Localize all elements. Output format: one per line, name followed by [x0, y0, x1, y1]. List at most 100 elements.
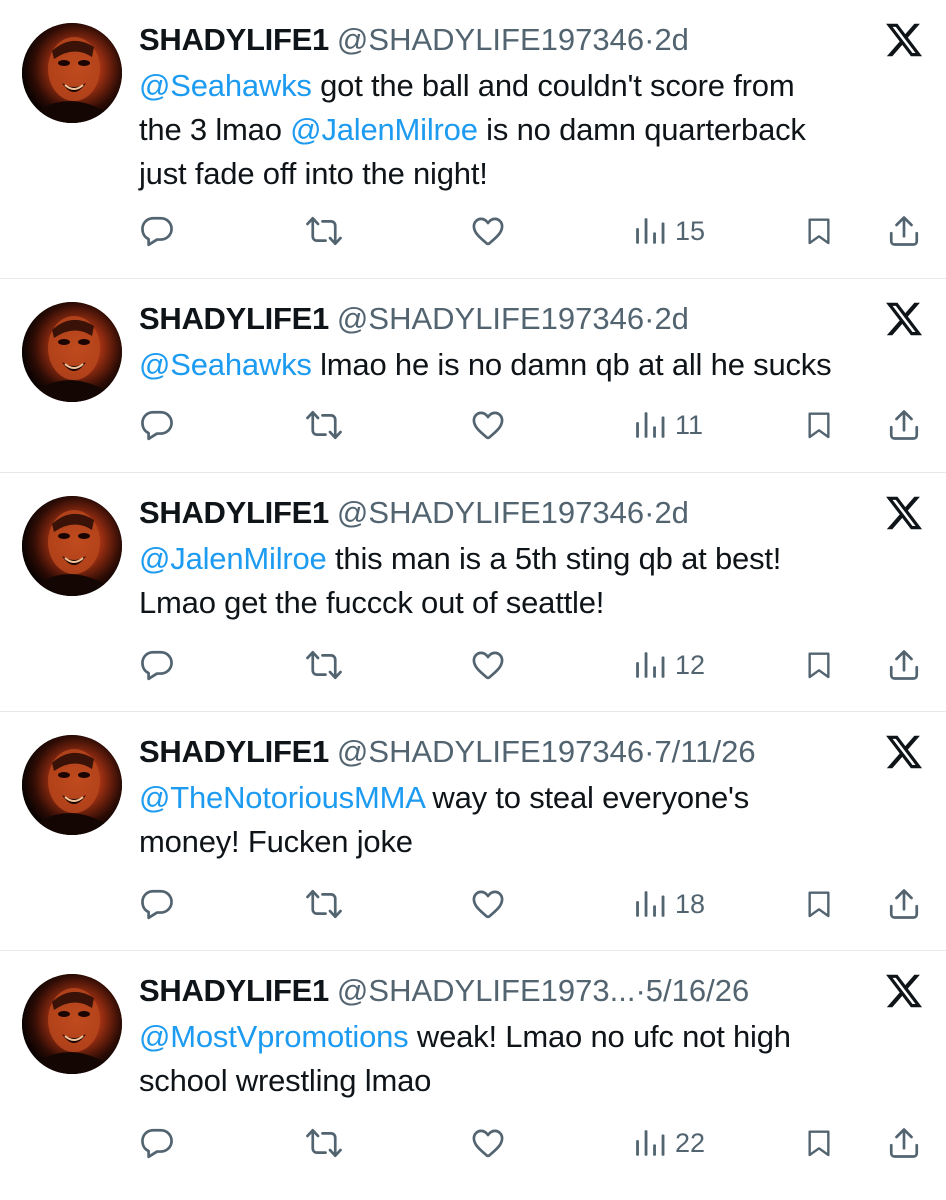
bookmark-icon	[803, 407, 835, 443]
heart-icon	[469, 886, 507, 922]
views-count: 15	[675, 215, 706, 246]
tweet-header: SHADYLIFE1 @SHADYLIFE197346·2d	[139, 495, 866, 531]
retweet-button[interactable]	[304, 1123, 344, 1163]
like-button[interactable]	[469, 405, 507, 445]
reply-button[interactable]	[139, 211, 175, 251]
user-handle[interactable]: @SHADYLIFE1973...	[337, 973, 636, 1008]
retweet-button[interactable]	[304, 884, 344, 924]
user-handle[interactable]: @SHADYLIFE197346	[337, 495, 644, 530]
like-button[interactable]	[469, 211, 507, 251]
tweet-text-line: the 3 lmao @JalenMilroe is no damn quart…	[139, 108, 906, 152]
tweet-text-line: @MostVpromotions weak! Lmao no ufc not h…	[139, 1015, 906, 1059]
timestamp[interactable]: 7/11/26	[654, 734, 755, 769]
retweet-button[interactable]	[304, 645, 344, 685]
views-count: 22	[675, 1127, 706, 1158]
tweet-text-line: school wrestling lmao	[139, 1059, 906, 1103]
views-button[interactable]: 18	[633, 884, 705, 924]
timestamp[interactable]: 5/16/26	[646, 973, 749, 1008]
tweet-text-line: money! Fucken joke	[139, 820, 906, 864]
timestamp[interactable]: 2d	[654, 301, 688, 336]
avatar[interactable]	[22, 735, 122, 835]
views-button[interactable]: 15	[633, 211, 705, 251]
display-name[interactable]: SHADYLIFE1	[139, 22, 329, 57]
bookmark-button[interactable]	[803, 1123, 835, 1163]
text-segment: this man is a 5th sting qb at best!	[326, 541, 782, 576]
tweet[interactable]: SHADYLIFE1 @SHADYLIFE197346·2d @Seahawks g…	[0, 0, 946, 279]
x-close-icon[interactable]	[884, 971, 924, 1011]
reply-button[interactable]	[139, 645, 175, 685]
tweet[interactable]: SHADYLIFE1 @SHADYLIFE1973...·5/16/26 @Most…	[0, 951, 946, 1200]
bookmark-icon	[803, 1125, 835, 1161]
views-count: 12	[675, 649, 706, 680]
bookmark-button[interactable]	[803, 211, 835, 251]
mention-link[interactable]: @Seahawks	[139, 68, 312, 103]
separator-dot: ·	[635, 973, 646, 1008]
tweet[interactable]: SHADYLIFE1 @SHADYLIFE197346·2d @Seahawks l…	[0, 279, 946, 473]
tweet[interactable]: SHADYLIFE1 @SHADYLIFE197346·2d @JalenMilro…	[0, 473, 946, 712]
x-close-icon[interactable]	[884, 493, 924, 533]
x-close-icon[interactable]	[884, 299, 924, 339]
tweet-text-line: @TheNotoriousMMA way to steal everyone's	[139, 776, 906, 820]
reply-button[interactable]	[139, 405, 175, 445]
mention-link[interactable]: @JalenMilroe	[290, 112, 478, 147]
heart-icon	[469, 647, 507, 683]
share-button[interactable]	[886, 645, 922, 685]
like-button[interactable]	[469, 884, 507, 924]
mention-link[interactable]: @JalenMilroe	[139, 541, 327, 576]
avatar[interactable]	[22, 302, 122, 402]
share-button[interactable]	[886, 1123, 922, 1163]
heart-icon	[469, 1125, 507, 1161]
share-button[interactable]	[886, 211, 922, 251]
bookmark-button[interactable]	[803, 884, 835, 924]
display-name[interactable]: SHADYLIFE1	[139, 973, 329, 1008]
tweet-text-line: @Seahawks lmao he is no damn qb at all h…	[139, 343, 906, 387]
reply-button[interactable]	[139, 1123, 175, 1163]
avatar[interactable]	[22, 496, 122, 596]
tweet-text-line: @Seahawks got the ball and couldn't scor…	[139, 64, 906, 108]
tweet-actions: 12	[139, 645, 926, 685]
mention-link[interactable]: @MostVpromotions	[139, 1019, 409, 1054]
share-icon	[886, 886, 922, 922]
text-segment: just fade off into the night!	[139, 156, 488, 191]
retweet-button[interactable]	[304, 405, 344, 445]
x-close-icon[interactable]	[884, 732, 924, 772]
retweet-icon	[304, 213, 344, 249]
avatar[interactable]	[22, 974, 122, 1074]
tweet-feed: SHADYLIFE1 @SHADYLIFE197346·2d @Seahawks g…	[0, 0, 946, 1200]
reply-button[interactable]	[139, 884, 175, 924]
share-icon	[886, 213, 922, 249]
avatar[interactable]	[22, 23, 122, 123]
user-handle[interactable]: @SHADYLIFE197346	[337, 734, 644, 769]
reply-icon	[139, 1125, 175, 1161]
views-button[interactable]: 12	[633, 645, 705, 685]
display-name[interactable]: SHADYLIFE1	[139, 495, 329, 530]
timestamp[interactable]: 2d	[654, 495, 688, 530]
tweet-text: @TheNotoriousMMA way to steal everyone's…	[139, 776, 906, 864]
bookmark-button[interactable]	[803, 405, 835, 445]
user-handle[interactable]: @SHADYLIFE197346	[337, 301, 644, 336]
mention-link[interactable]: @Seahawks	[139, 347, 312, 382]
tweet-header: SHADYLIFE1 @SHADYLIFE197346·2d	[139, 301, 866, 337]
timestamp[interactable]: 2d	[654, 22, 688, 57]
views-button[interactable]: 11	[633, 405, 703, 445]
like-button[interactable]	[469, 645, 507, 685]
user-handle[interactable]: @SHADYLIFE197346	[337, 22, 644, 57]
retweet-button[interactable]	[304, 211, 344, 251]
bookmark-icon	[803, 647, 835, 683]
retweet-icon	[304, 1125, 344, 1161]
display-name[interactable]: SHADYLIFE1	[139, 734, 329, 769]
x-close-icon[interactable]	[884, 20, 924, 60]
share-button[interactable]	[886, 884, 922, 924]
retweet-icon	[304, 886, 344, 922]
heart-icon	[469, 407, 507, 443]
text-segment: way to steal everyone's	[423, 780, 750, 815]
views-button[interactable]: 22	[633, 1123, 705, 1163]
share-button[interactable]	[886, 405, 922, 445]
tweet[interactable]: SHADYLIFE1 @SHADYLIFE197346·7/11/26 @TheNo…	[0, 712, 946, 951]
display-name[interactable]: SHADYLIFE1	[139, 301, 329, 336]
views-bar-chart-icon	[633, 1126, 667, 1160]
mention-link[interactable]: @TheNotoriousMMA	[139, 780, 424, 815]
like-button[interactable]	[469, 1123, 507, 1163]
text-segment: money! Fucken joke	[139, 824, 413, 859]
bookmark-button[interactable]	[803, 645, 835, 685]
